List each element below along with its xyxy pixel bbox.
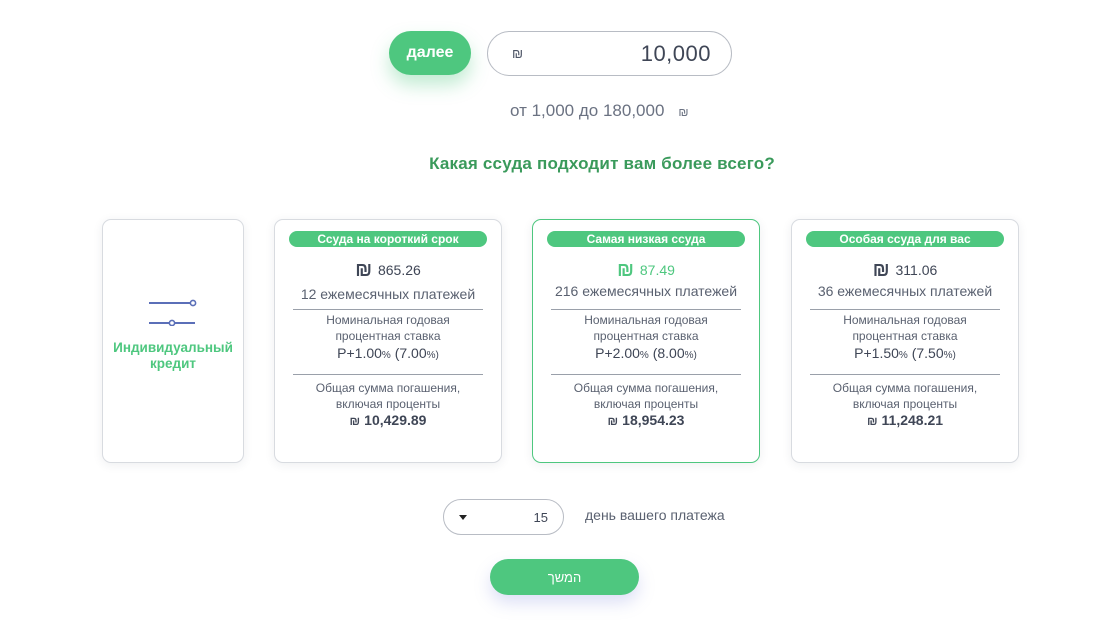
total-repayment-value: 11,248.21 [881,412,944,428]
shekel-icon: ₪ [872,260,890,281]
total-label: Общая сумма погашения, включая проценты [792,380,1018,412]
amount-range-hint: от 1,000 до 180,000 ₪ [510,101,689,121]
monthly-payment-value: 87.49 [639,262,675,278]
custom-loan-label-line1: Индивидуальный [113,340,233,355]
rate-prime: P+1.50 [854,345,899,361]
custom-loan-label-line2: кредит [150,356,196,371]
shekel-icon: ₪ [866,414,878,428]
loan-amount-input[interactable]: ₪ 10,000 [487,31,732,76]
interest-rate: P+1.50% (7.50%) [792,345,1018,361]
monthly-payment: ₪ 865.26 [275,260,501,282]
custom-loan-label: Индивидуальный кредит [103,340,243,372]
rate-total: (7.00 [394,345,427,361]
rate-prime: P+1.00 [337,345,382,361]
shekel-icon: ₪ [355,260,372,281]
rate-label-line2: процентная ставка [335,329,441,343]
shekel-icon: ₪ [678,105,689,119]
payment-day-value: 15 [533,509,548,525]
total-label: Общая сумма погашения, включая проценты [275,380,501,412]
shekel-icon: ₪ [607,414,619,428]
payments-count: 216 ежемесячных платежей [554,283,738,299]
loan-card-special[interactable]: Особая ссуда для вас ₪ 311.06 36 ежемесяч… [791,219,1019,463]
total-label-line2: включая проценты [335,397,441,411]
total-label-line1: Общая сумма погашения, [832,381,978,395]
total-label-line2: включая проценты [593,397,699,411]
total-repayment: ₪ 11,248.21 [792,412,1018,428]
divider [293,309,483,310]
rate-label-line2: процентная ставка [852,329,958,343]
shekel-icon: ₪ [617,260,634,281]
payments-count: 12 ежемесячных платежей [300,286,476,302]
rate-percent-sign: % [898,350,908,361]
loan-card-short-term[interactable]: Ссуда на короткий срок ₪ 865.26 12 ежемес… [274,219,502,463]
divider [293,374,483,375]
sliders-icon [149,299,197,326]
loan-badge: Особая ссуда для вас [806,231,1004,247]
total-label: Общая сумма погашения, включая проценты [533,380,759,412]
next-button[interactable]: далее [389,31,471,75]
loan-question-heading: Какая ссуда подходит вам более всего? [429,154,775,173]
continue-button[interactable]: המשך [490,559,639,595]
rate-label-line1: Номинальная годовая [843,313,967,327]
amount-range-text: от 1,000 до 180,000 [510,101,665,120]
rate-label-line1: Номинальная годовая [326,313,450,327]
rate-label: Номинальная годовая процентная ставка [792,312,1018,344]
custom-loan-card[interactable]: Индивидуальный кредит [102,219,244,463]
rate-label: Номинальная годовая процентная ставка [533,312,759,344]
loan-badge: Ссуда на короткий срок [289,231,487,247]
monthly-payment: ₪ 87.49 [533,260,759,282]
loan-badge: Самая низкая ссуда [547,231,745,247]
rate-label: Номинальная годовая процентная ставка [275,312,501,344]
total-label-line1: Общая сумма погашения, [573,381,719,395]
rate-total-percent-sign: %) [943,350,956,361]
divider [551,309,741,310]
rate-prime: P+2.00 [595,345,640,361]
total-label-line1: Общая сумма погашения, [315,381,461,395]
divider [810,374,1000,375]
total-repayment: ₪ 18,954.23 [533,412,759,428]
shekel-icon: ₪ [349,414,361,428]
loan-card-lowest[interactable]: Самая низкая ссуда ₪ 87.49 216 ежемесячны… [532,219,760,463]
shekel-icon: ₪ [512,46,524,61]
rate-total-percent-sign: %) [426,350,439,361]
interest-rate: P+2.00% (8.00%) [533,345,759,361]
total-repayment-value: 18,954.23 [622,412,685,428]
interest-rate: P+1.00% (7.00%) [275,345,501,361]
loan-amount-value[interactable]: 10,000 [641,41,711,67]
payment-day-select[interactable]: 15 [443,499,564,535]
payment-day-label: день вашего платежа [585,507,725,523]
monthly-payment: ₪ 311.06 [792,260,1018,282]
rate-total: (8.00 [652,345,685,361]
monthly-payment-value: 311.06 [895,262,938,278]
rate-label-line2: процентная ставка [593,329,699,343]
total-label-line2: включая проценты [852,397,958,411]
rate-percent-sign: % [639,350,649,361]
rate-percent-sign: % [381,350,391,361]
rate-total-percent-sign: %) [684,350,697,361]
divider [551,374,741,375]
caret-down-icon[interactable] [459,514,467,520]
total-repayment: ₪ 10,429.89 [275,412,501,428]
payments-count: 36 ежемесячных платежей [817,283,993,299]
divider [810,309,1000,310]
rate-label-line1: Номинальная годовая [584,313,708,327]
rate-total: (7.50 [911,345,944,361]
total-repayment-value: 10,429.89 [364,412,427,428]
monthly-payment-value: 865.26 [377,262,421,278]
